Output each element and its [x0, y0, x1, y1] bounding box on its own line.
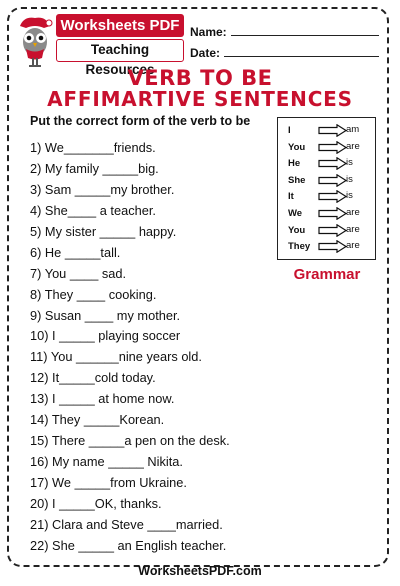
exercise-item[interactable]: 2) My family _____big. [30, 159, 230, 180]
pronoun: She [288, 174, 306, 186]
pronoun-row: They are [278, 239, 377, 255]
exercise-item[interactable]: 11) You ______nine years old. [30, 347, 230, 368]
exercise-list: 1) We_______friends. 2) My family _____b… [30, 138, 230, 557]
arrow-right-icon [318, 173, 348, 187]
pronoun: You [288, 224, 306, 236]
exercise-item[interactable]: 17) We _____from Ukraine. [30, 473, 230, 494]
pronoun-row: He is [278, 156, 377, 172]
exercise-item[interactable]: 9) Susan ____ my mother. [30, 306, 230, 327]
brand-name: Worksheets PDF [56, 14, 184, 37]
exercise-item[interactable]: 8) They ____ cooking. [30, 285, 230, 306]
verb: am [346, 124, 360, 135]
date-field[interactable]: Date: [190, 46, 380, 60]
grammar-label: Grammar [293, 266, 361, 283]
arrow-right-icon [318, 124, 348, 137]
exercise-item[interactable]: 1) We_______friends. [30, 138, 230, 159]
verb: are [346, 223, 360, 235]
exercise-item[interactable]: 10) I _____ playing soccer [30, 326, 230, 347]
exercise-item[interactable]: 3) Sam _____my brother. [30, 180, 230, 201]
brand-subtitle: Teaching Resources [56, 39, 184, 77]
pronoun-row: She is [278, 173, 377, 189]
exercise-item[interactable]: 4) She____ a teacher. [30, 201, 230, 222]
pronoun-row: It is [278, 189, 377, 205]
pronoun-row: You are [278, 223, 377, 239]
pronoun: It [288, 191, 294, 203]
exercise-item[interactable]: 15) There _____a pen on the desk. [30, 431, 230, 452]
verb: is [346, 190, 353, 202]
pronoun-row: We are [278, 206, 377, 222]
exercise-item[interactable]: 21) Clara and Steve ____married. [30, 515, 230, 536]
pronoun-verb-table: I am You are He is She is It is We are Y… [277, 117, 376, 260]
exercise-item[interactable]: 12) It_____cold today. [30, 368, 230, 389]
pronoun: He [288, 158, 301, 170]
exercise-item[interactable]: 6) He _____tall. [30, 243, 230, 264]
verb: are [346, 207, 360, 218]
arrow-right-icon [318, 190, 348, 204]
footer-website[interactable]: WorksheetsPDF.com [0, 564, 400, 578]
arrow-right-icon [318, 223, 348, 237]
pronoun: They [288, 241, 311, 253]
date-line[interactable] [224, 46, 380, 57]
name-line[interactable] [230, 25, 379, 36]
arrow-right-icon [318, 140, 348, 154]
owl-mascot-icon [20, 17, 53, 67]
pronoun: You [288, 141, 306, 153]
exercise-item[interactable]: 13) I _____ at home now. [30, 389, 230, 410]
instruction-text: Put the correct form of the verb to be [30, 114, 251, 128]
verb: are [346, 140, 360, 152]
exercise-item[interactable]: 14) They _____Korean. [30, 410, 230, 431]
arrow-right-icon [318, 207, 348, 220]
pronoun: We [288, 208, 303, 219]
worksheet-subtitle: AFFIMARTIVE SENTENCES [47, 87, 353, 111]
pronoun-row: I am [278, 123, 377, 139]
arrow-right-icon [318, 240, 348, 254]
verb: is [346, 173, 353, 185]
name-label: Name: [190, 25, 227, 39]
pronoun-row: You are [278, 140, 377, 156]
exercise-item[interactable]: 5) My sister _____ happy. [30, 222, 230, 243]
exercise-item[interactable]: 7) You ____ sad. [30, 264, 230, 285]
exercise-item[interactable]: 22) She _____ an English teacher. [30, 536, 230, 557]
date-label: Date: [190, 46, 221, 60]
exercise-item[interactable]: 20) I _____OK, thanks. [30, 494, 230, 515]
verb: is [346, 157, 353, 169]
arrow-right-icon [318, 157, 348, 171]
verb: are [346, 240, 360, 252]
name-field[interactable]: Name: [190, 25, 379, 39]
exercise-item[interactable]: 16) My name _____ Nikita. [30, 452, 230, 473]
pronoun: I [288, 125, 291, 136]
